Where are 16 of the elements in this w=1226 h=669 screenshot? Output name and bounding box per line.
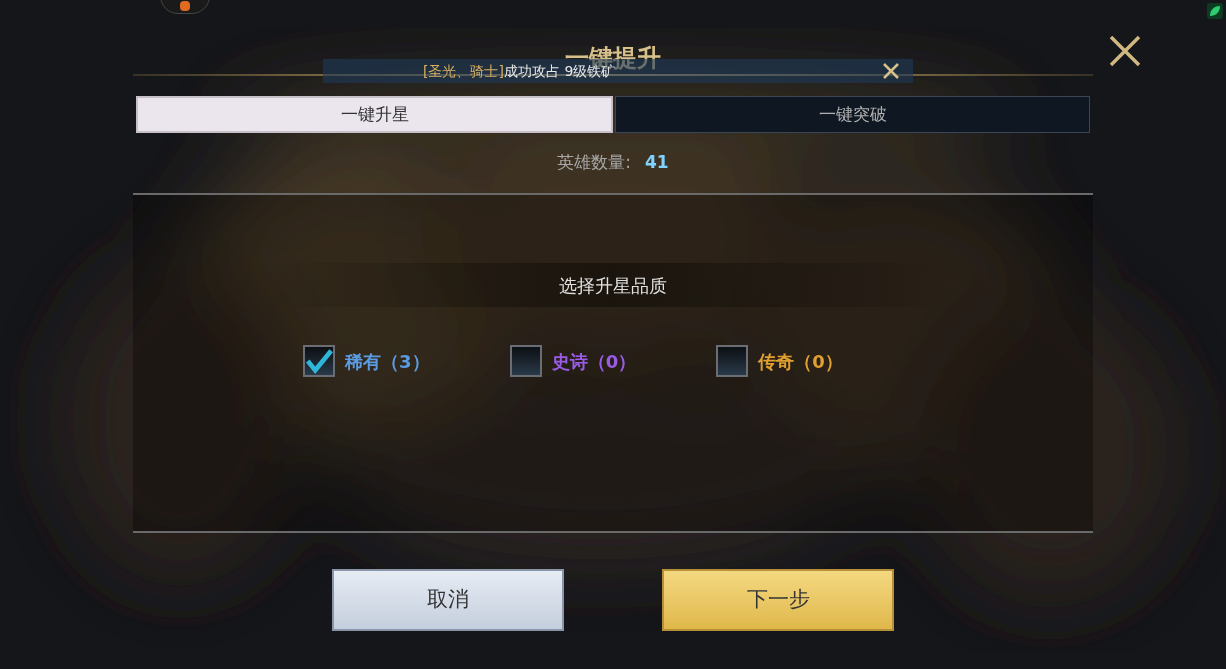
checkbox[interactable] <box>509 345 542 377</box>
leaf-icon <box>1207 3 1223 19</box>
hero-count-value: 41 <box>645 151 669 175</box>
checkbox[interactable] <box>716 345 749 377</box>
close-icon[interactable] <box>1108 34 1142 68</box>
checkbox[interactable] <box>303 345 335 377</box>
hero-count-label: 英雄数量: <box>557 151 632 175</box>
option-label: 传奇（0） <box>758 349 843 374</box>
close-icon[interactable] <box>882 62 900 80</box>
section-heading: 选择升星品质 <box>559 273 667 298</box>
cancel-button[interactable]: 取消 <box>332 569 564 631</box>
tab[interactable]: 一键升星 <box>136 96 613 133</box>
option-label: 稀有（3） <box>345 349 430 374</box>
tab[interactable]: 一键突破 <box>615 96 1090 133</box>
option-label: 史诗（0） <box>551 349 637 374</box>
next-button[interactable]: 下一步 <box>662 569 894 631</box>
